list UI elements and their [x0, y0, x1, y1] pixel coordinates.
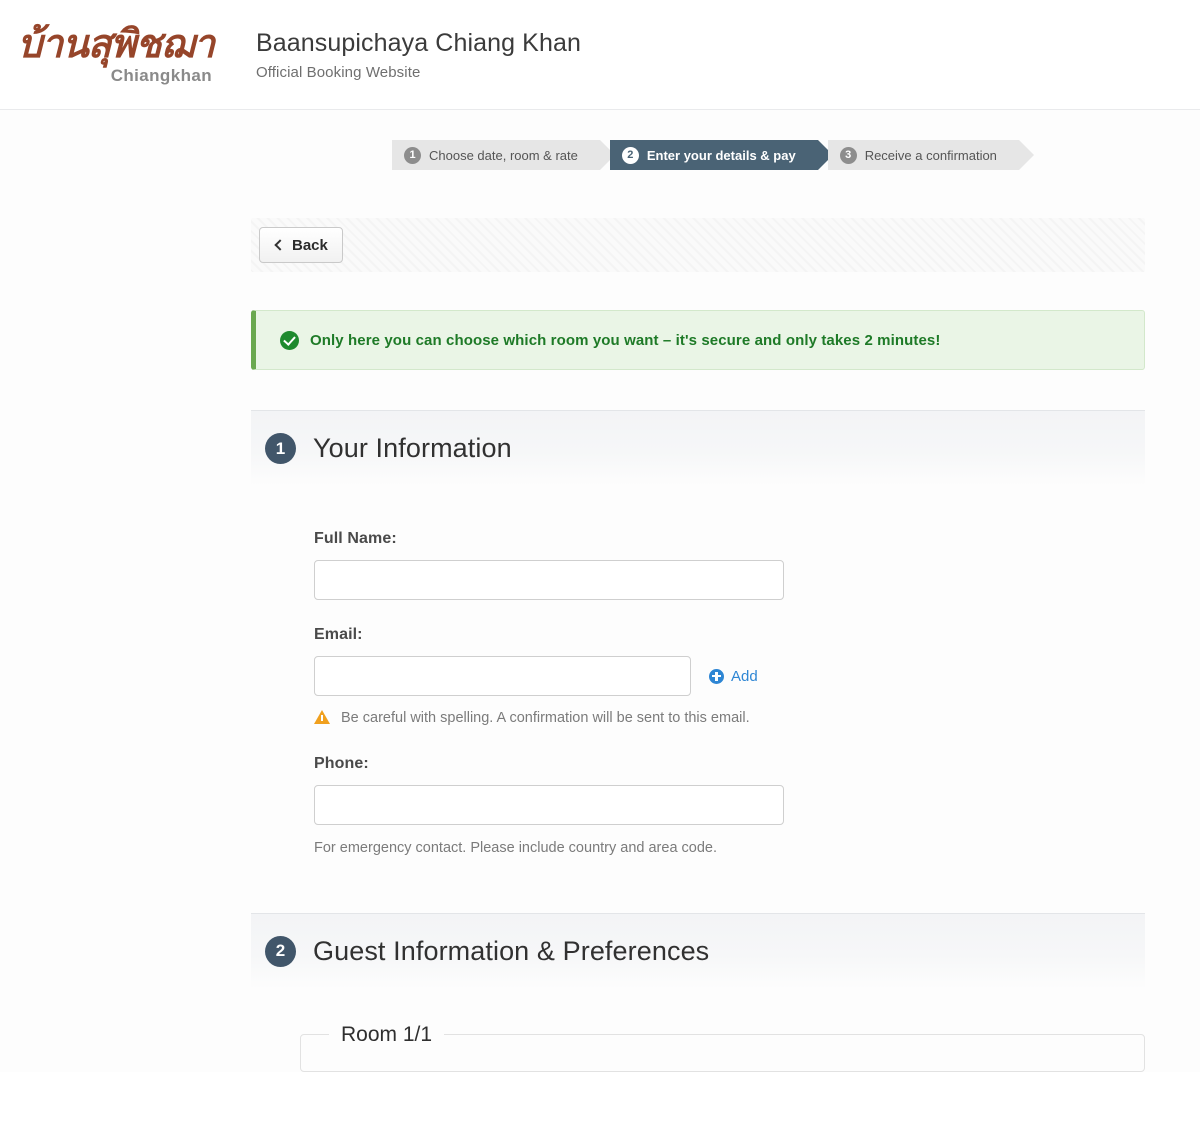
your-information-form: Full Name: Email: Add Be careful with sp…	[251, 486, 1145, 860]
full-name-field-group: Full Name:	[314, 530, 1145, 600]
secure-booking-alert: Only here you can choose which room you …	[251, 310, 1145, 370]
back-toolbar: Back	[251, 218, 1145, 272]
brand-text-block: Baansupichaya Chiang Khan Official Booki…	[226, 28, 581, 81]
site-header: บ้านสุพิชฌา Chiangkhan Baansupichaya Chi…	[0, 0, 1200, 110]
section-2-number: 2	[265, 935, 296, 967]
section-1-header: 1 Your Information	[251, 410, 1145, 486]
warning-triangle-icon	[314, 710, 330, 724]
add-email-label: Add	[731, 667, 758, 685]
page-subtitle: Official Booking Website	[256, 64, 421, 81]
step-2-number: 2	[621, 146, 639, 164]
room-fieldset: Room 1/1	[300, 1022, 1145, 1072]
section-your-information: 1 Your Information Full Name: Email: Add	[251, 410, 1145, 860]
brand-logo-subtext: Chiangkhan	[110, 65, 212, 85]
phone-hint: For emergency contact. Please include co…	[314, 840, 718, 857]
phone-field-group: Phone: For emergency contact. Please inc…	[314, 755, 1145, 859]
room-legend: Room 1/1	[341, 1022, 433, 1046]
phone-input[interactable]	[314, 785, 784, 826]
step-1-label: Choose date, room & rate	[429, 147, 578, 163]
chevron-left-icon	[274, 239, 286, 251]
email-label: Email:	[314, 626, 363, 643]
booking-stepper: 1 Choose date, room & rate 2 Enter your …	[0, 110, 1200, 170]
full-name-input[interactable]	[314, 560, 784, 600]
email-hint-text: Be careful with spelling. A confirmation…	[341, 710, 750, 726]
phone-label: Phone:	[314, 755, 369, 773]
section-2-header: 2 Guest Information & Preferences	[251, 912, 1145, 989]
step-1-number: 1	[404, 146, 421, 164]
alert-message: Only here you can choose which room you …	[310, 331, 941, 349]
check-circle-icon	[280, 330, 299, 350]
brand-logo[interactable]: บ้านสุพิชฌา Chiangkhan	[14, 22, 226, 85]
section-1-title: Your Information	[313, 433, 512, 463]
email-input[interactable]	[314, 656, 691, 696]
step-3-number: 3	[839, 146, 857, 164]
step-choose-date[interactable]: 1 Choose date, room & rate	[392, 140, 615, 170]
email-input-row: Add	[314, 656, 1145, 696]
full-name-label: Full Name:	[314, 530, 397, 547]
section-2-title: Guest Information & Preferences	[313, 935, 710, 966]
email-hint: Be careful with spelling. A confirmation…	[314, 707, 774, 729]
email-field-group: Email: Add Be careful with spelling. A c…	[314, 626, 1145, 729]
step-2-label: Enter your details & pay	[646, 147, 796, 163]
page-body: 1 Choose date, room & rate 2 Enter your …	[0, 110, 1200, 1072]
back-button[interactable]: Back	[259, 227, 343, 263]
step-enter-details[interactable]: 2 Enter your details & pay	[609, 140, 833, 170]
section-guest-information: 2 Guest Information & Preferences Room 1…	[251, 912, 1145, 1072]
step-3-label: Receive a confirmation	[864, 147, 997, 163]
add-email-button[interactable]: Add	[709, 668, 758, 685]
page-title: Baansupichaya Chiang Khan	[256, 29, 581, 57]
brand-logo-thai-text: บ้านสุพิชฌา	[17, 22, 215, 68]
content-container: Back Only here you can choose which room…	[251, 218, 1145, 1072]
section-1-number: 1	[265, 433, 296, 464]
step-receive-confirmation[interactable]: 3 Receive a confirmation	[827, 140, 1035, 170]
plus-circle-icon	[709, 668, 724, 684]
back-button-label: Back	[292, 236, 328, 254]
